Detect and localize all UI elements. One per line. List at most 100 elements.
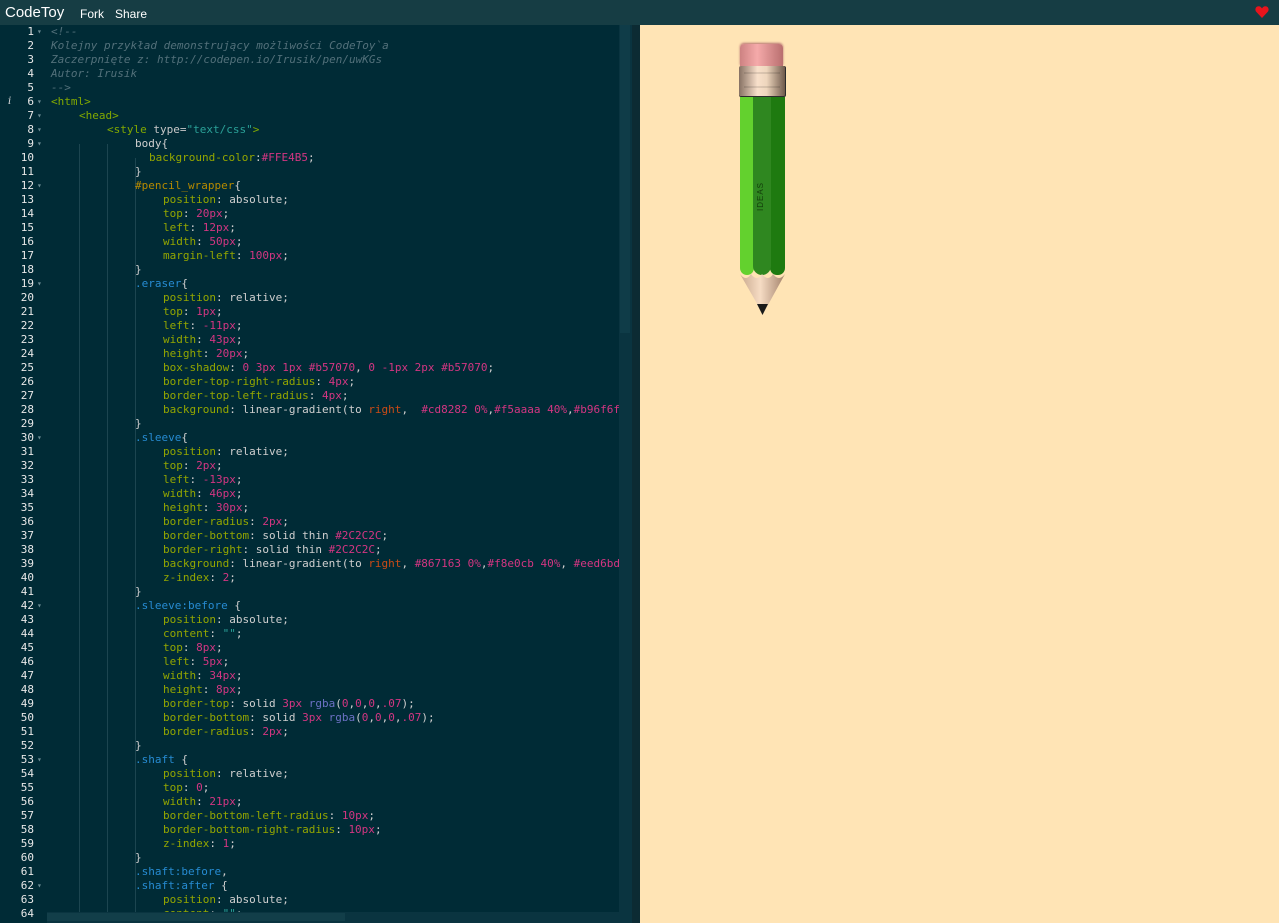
code-line[interactable]: 6 i ▾ <html> xyxy=(0,95,632,109)
code-line[interactable]: 54 position: relative; xyxy=(0,767,632,781)
code-line[interactable]: 58 border-bottom-right-radius: 10px; xyxy=(0,823,632,837)
code-token: 40% xyxy=(540,557,561,570)
code-line[interactable]: 11} xyxy=(0,165,632,179)
code-line[interactable]: 19 ▾ .eraser{ xyxy=(0,277,632,291)
code-line[interactable]: 8 ▾ <style type="text/css"> xyxy=(0,123,632,137)
code-line[interactable]: 4 Autor: Irusik xyxy=(0,67,632,81)
code-token: width xyxy=(163,235,197,248)
code-line[interactable]: 2 Kolejny przykład demonstrujący możliwoś… xyxy=(0,39,632,53)
code-line[interactable]: 53 ▾ .shaft { xyxy=(0,753,632,767)
code-line[interactable]: 13 position: absolute; xyxy=(0,193,632,207)
fold-toggle-icon[interactable]: ▾ xyxy=(37,599,42,613)
code-line[interactable]: 46 left: 5px; xyxy=(0,655,632,669)
code-line[interactable]: 12 ▾ #pencil_wrapper{ xyxy=(0,179,632,193)
code-line[interactable]: 40 z-index: 2; xyxy=(0,571,632,585)
code-line[interactable]: 57 border-bottom-left-radius: 10px; xyxy=(0,809,632,823)
line-number: 47 xyxy=(20,669,34,682)
code-line[interactable]: 34 width: 46px; xyxy=(0,487,632,501)
code-line[interactable]: 42 ▾ .sleeve:before { xyxy=(0,599,632,613)
fold-toggle-icon[interactable]: ▾ xyxy=(37,753,42,767)
code-line[interactable]: 59 z-index: 1; xyxy=(0,837,632,851)
code-line[interactable]: 33 left: -13px; xyxy=(0,473,632,487)
code-line[interactable]: 31 position: relative; xyxy=(0,445,632,459)
code-line[interactable]: 51 border-radius: 2px; xyxy=(0,725,632,739)
code-token: 0 xyxy=(196,781,203,794)
app-title: CodeToy xyxy=(5,4,65,21)
code-line[interactable]: 63 position: absolute; xyxy=(0,893,632,907)
code-editor[interactable]: 1 ▾ <!-- 2 Kolejny przykład demonstrujący mo… xyxy=(0,25,632,923)
code-line[interactable]: 9 ▾ body{ xyxy=(0,137,632,151)
info-icon[interactable]: i xyxy=(8,95,11,109)
code-line[interactable]: 61 .shaft:before, xyxy=(0,865,632,879)
fold-toggle-icon[interactable]: ▾ xyxy=(37,137,42,151)
code-line[interactable]: 43 position: absolute; xyxy=(0,613,632,627)
code-line[interactable]: 50 border-bottom: solid 3px rgba(0,0,0,.0… xyxy=(0,711,632,725)
code-line[interactable]: 38 border-right: solid thin #2C2C2C; xyxy=(0,543,632,557)
code-line[interactable]: 48 height: 8px; xyxy=(0,683,632,697)
code-line[interactable]: 52} xyxy=(0,739,632,753)
code-line[interactable]: 5 --> xyxy=(0,81,632,95)
code-line[interactable]: 25 box-shadow: 0 3px 1px #b57070, 0 -1px … xyxy=(0,361,632,375)
fold-toggle-icon[interactable]: ▾ xyxy=(37,25,42,39)
code-line[interactable]: 55 top: 0; xyxy=(0,781,632,795)
code-line[interactable]: 21 top: 1px; xyxy=(0,305,632,319)
line-number: 51 xyxy=(20,725,34,738)
code-line[interactable]: 44 content: ""; xyxy=(0,627,632,641)
code-line[interactable]: 60} xyxy=(0,851,632,865)
code-line[interactable]: 41} xyxy=(0,585,632,599)
code-line[interactable]: 35 height: 30px; xyxy=(0,501,632,515)
heart-icon[interactable] xyxy=(1255,5,1269,19)
code-line[interactable]: 17 margin-left: 100px; xyxy=(0,249,632,263)
code-line[interactable]: 18} xyxy=(0,263,632,277)
code-line[interactable]: 14 top: 20px; xyxy=(0,207,632,221)
code-line[interactable]: 3 Zaczerpnięte z: http://codepen.io/Irusi… xyxy=(0,53,632,67)
code-token: 12px xyxy=(202,221,230,234)
code-line[interactable]: 39 background: linear-gradient(to right, … xyxy=(0,557,632,571)
fork-button[interactable]: Fork xyxy=(80,7,104,21)
code-line[interactable]: 1 ▾ <!-- xyxy=(0,25,632,39)
code-line[interactable]: 56 width: 21px; xyxy=(0,795,632,809)
code-line[interactable]: 62 ▾ .shaft:after { xyxy=(0,879,632,893)
code-text: Autor: Irusik xyxy=(51,67,137,81)
fold-toggle-icon[interactable]: ▾ xyxy=(37,431,42,445)
code-token: { xyxy=(174,753,188,766)
code-line[interactable]: 37 border-bottom: solid thin #2C2C2C; xyxy=(0,529,632,543)
code-line[interactable]: 20 position: relative; xyxy=(0,291,632,305)
code-token: : xyxy=(189,655,203,668)
code-line[interactable]: 26 border-top-right-radius: 4px; xyxy=(0,375,632,389)
code-line[interactable]: 24 height: 20px; xyxy=(0,347,632,361)
code-token: "text/css" xyxy=(186,123,253,136)
code-line[interactable]: 28 background: linear-gradient(to right, … xyxy=(0,403,632,417)
code-line[interactable]: 15 left: 12px; xyxy=(0,221,632,235)
code-line[interactable]: 49 border-top: solid 3px rgba(0,0,0,.07); xyxy=(0,697,632,711)
code-token: : absolute; xyxy=(215,613,289,626)
code-line[interactable]: 47 width: 34px; xyxy=(0,669,632,683)
code-line[interactable]: 45 top: 8px; xyxy=(0,641,632,655)
code-line[interactable]: 27 border-top-left-radius: 4px; xyxy=(0,389,632,403)
code-token: : xyxy=(249,725,263,738)
code-line[interactable]: 32 top: 2px; xyxy=(0,459,632,473)
code-line[interactable]: 16 width: 50px; xyxy=(0,235,632,249)
code-text: height: 8px; xyxy=(163,683,243,697)
code-line[interactable]: 22 left: -11px; xyxy=(0,319,632,333)
fold-toggle-icon[interactable]: ▾ xyxy=(37,123,42,137)
code-text: height: 20px; xyxy=(163,347,249,361)
vertical-scroll-thumb[interactable] xyxy=(620,25,630,333)
code-line[interactable]: 36 border-radius: 2px; xyxy=(0,515,632,529)
code-line[interactable]: 7 ▾ <head> xyxy=(0,109,632,123)
fold-toggle-icon[interactable]: ▾ xyxy=(37,277,42,291)
fold-toggle-icon[interactable]: ▾ xyxy=(37,95,42,109)
horizontal-scroll-thumb[interactable] xyxy=(47,913,345,921)
fold-toggle-icon[interactable]: ▾ xyxy=(37,109,42,123)
code-line[interactable]: 23 width: 43px; xyxy=(0,333,632,347)
share-button[interactable]: Share xyxy=(115,7,147,21)
code-line[interactable]: 29} xyxy=(0,417,632,431)
code-token: ); xyxy=(421,711,435,724)
pane-splitter[interactable] xyxy=(632,25,640,923)
code-line[interactable]: 10 background-color:#FFE4B5; xyxy=(0,151,632,165)
code-token: : xyxy=(196,795,210,808)
fold-toggle-icon[interactable]: ▾ xyxy=(37,879,42,893)
line-number: 27 xyxy=(20,389,34,402)
code-line[interactable]: 30 ▾ .sleeve{ xyxy=(0,431,632,445)
fold-toggle-icon[interactable]: ▾ xyxy=(37,179,42,193)
